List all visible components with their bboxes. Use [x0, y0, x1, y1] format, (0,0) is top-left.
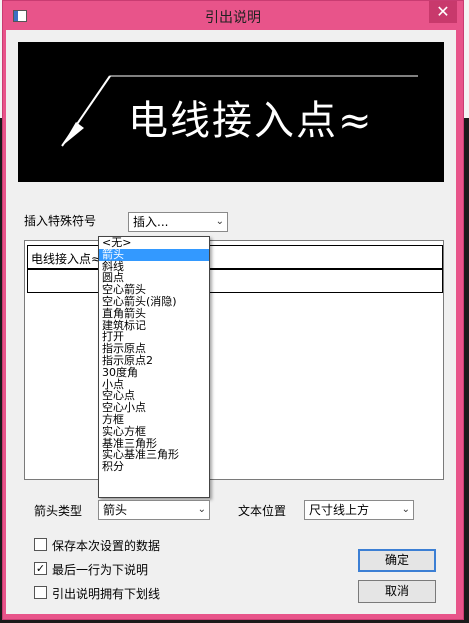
text-position-combo[interactable]: 尺寸线上方 ⌄	[304, 500, 414, 520]
title-bar[interactable]: 引出说明 ✕	[3, 1, 463, 31]
chevron-down-icon: ⌄	[215, 216, 224, 227]
dropdown-option[interactable]: 指示原点2	[99, 355, 209, 367]
save-settings-checkbox[interactable]	[34, 538, 47, 551]
dropdown-option-selected[interactable]: 箭头	[99, 248, 209, 261]
dropdown-option[interactable]: 积分	[99, 461, 209, 473]
insert-symbol-label: 插入特殊符号	[24, 214, 97, 228]
text-position-value: 尺寸线上方	[309, 503, 370, 517]
chevron-down-icon: ⌄	[197, 504, 206, 515]
description-table[interactable]: 电线接入点≈	[24, 240, 444, 480]
arrow-type-combo[interactable]: 箭头 ⌄	[98, 500, 210, 520]
check-mark-icon: ✓	[35, 562, 46, 575]
underline-checkbox[interactable]	[34, 586, 47, 599]
dialog-title: 引出说明	[205, 10, 261, 26]
dropdown-option[interactable]: 30度角	[99, 366, 209, 379]
chevron-down-icon: ⌄	[401, 504, 410, 515]
close-button[interactable]: ✕	[429, 1, 457, 23]
table-row[interactable]: 电线接入点≈	[27, 245, 443, 269]
cancel-button[interactable]: 取消	[358, 580, 436, 603]
dropdown-option[interactable]: 直角箭头	[99, 307, 209, 320]
dropdown-option[interactable]: 实心方框	[99, 425, 209, 438]
preview-text: 电线接入点≈	[128, 98, 374, 144]
text-position-label: 文本位置	[238, 504, 287, 518]
arrow-type-dropdown-list[interactable]: <无> 箭头 斜线 圆点 空心箭头 空心箭头(消隐) 直角箭头 建筑标记 打开 …	[98, 236, 210, 498]
insert-symbol-combo[interactable]: 插入... ⌄	[128, 212, 228, 232]
insert-symbol-value: 插入...	[133, 215, 169, 229]
arrow-type-label: 箭头类型	[34, 504, 83, 518]
last-line-description-label: 最后一行为下说明	[52, 563, 149, 577]
ok-button[interactable]: 确定	[358, 549, 436, 572]
dropdown-option[interactable]: 方框	[99, 414, 209, 426]
preview-canvas: 电线接入点≈	[18, 42, 444, 182]
table-row[interactable]	[27, 269, 443, 293]
save-settings-label: 保存本次设置的数据	[52, 539, 161, 553]
row-text: 电线接入点≈	[31, 252, 102, 266]
last-line-description-checkbox[interactable]: ✓	[34, 562, 47, 575]
underline-label: 引出说明拥有下划线	[52, 587, 161, 601]
arrow-type-value: 箭头	[103, 503, 128, 517]
dropdown-option[interactable]: 空心箭头(消隐)	[99, 296, 209, 308]
